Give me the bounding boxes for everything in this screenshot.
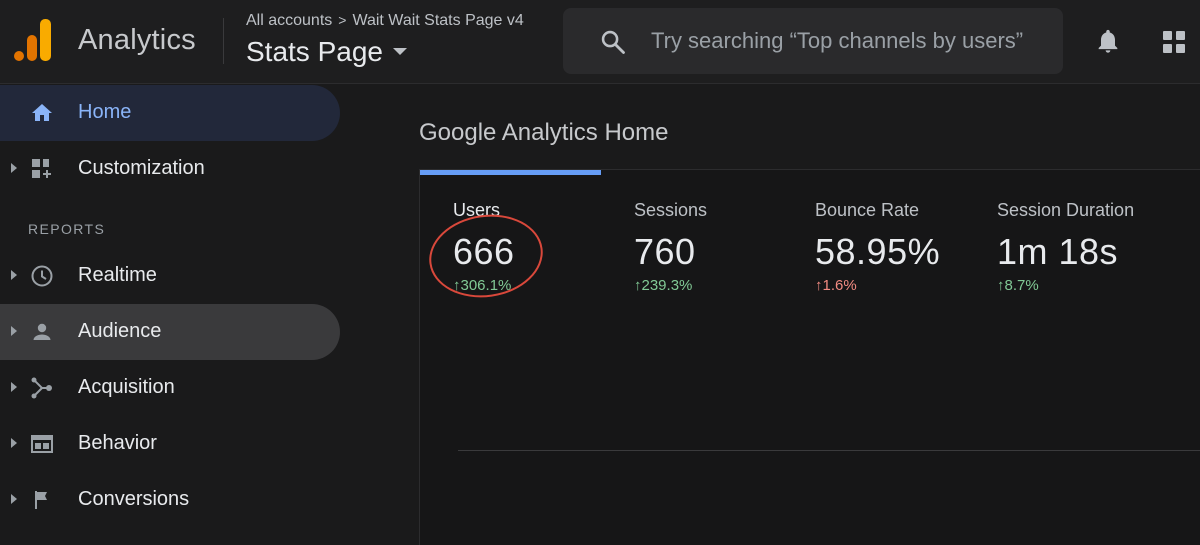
sidebar-item-label: Conversions [78, 488, 190, 510]
expand-arrow-icon[interactable] [11, 163, 17, 173]
sidebar-item-label: Customization [78, 157, 205, 179]
metric-label: Session Duration [997, 200, 1135, 220]
sidebar-nav: Home Customization REPORTS Realtime Audi… [0, 85, 340, 545]
metric-tab-bounce-rate[interactable]: Bounce Rate 58.95% ↑1.6% [815, 200, 940, 294]
sidebar-item-audience[interactable]: Audience [0, 304, 340, 360]
expand-arrow-icon[interactable] [11, 382, 17, 392]
reports-section-header: REPORTS [28, 221, 106, 237]
overview-card: Users 666 ↑306.1% Sessions 760 ↑239.3% B… [419, 169, 1200, 545]
breadcrumb-account[interactable]: All accounts [246, 12, 332, 29]
flag-icon [35, 491, 47, 509]
metric-value: 1m 18s [997, 231, 1119, 272]
view-title: Stats Page [246, 36, 383, 67]
clock-icon [31, 265, 53, 287]
breadcrumb-property[interactable]: Wait Wait Stats Page v4 [352, 12, 523, 29]
analytics-logo-icon[interactable] [14, 19, 54, 61]
notifications-bell-icon[interactable] [1094, 26, 1122, 56]
person-icon [33, 323, 51, 340]
acquisition-icon [31, 377, 52, 399]
metric-tab-session-duration[interactable]: Session Duration 1m 18s ↑8.7% [997, 200, 1134, 294]
metric-change: ↑8.7% [997, 277, 1039, 294]
apps-grid-icon[interactable] [1163, 31, 1185, 53]
metric-label: Bounce Rate [815, 200, 920, 220]
sidebar-item-home[interactable]: Home [0, 85, 340, 141]
breadcrumb-separator: > [338, 12, 347, 28]
app-name[interactable]: Analytics [78, 24, 196, 57]
search-bar[interactable] [563, 8, 1063, 74]
sidebar-item-behavior[interactable]: Behavior [0, 416, 340, 472]
expand-arrow-icon[interactable] [11, 270, 17, 280]
metric-change: ↑239.3% [634, 277, 693, 294]
sidebar-item-label: Acquisition [78, 376, 175, 398]
search-input[interactable] [651, 22, 1056, 60]
top-app-bar: Analytics All accounts > Wait Wait Stats P… [0, 0, 1200, 84]
sidebar-item-label: Audience [78, 320, 162, 342]
main-content: Google Analytics Home Users 666 ↑306.1% … [340, 85, 1200, 545]
home-icon [32, 104, 52, 121]
header-divider [223, 18, 224, 64]
sidebar-item-label: Realtime [78, 264, 157, 286]
annotation-circle [423, 207, 549, 305]
chart-gridline [458, 450, 1200, 451]
behavior-icon [31, 435, 53, 453]
sidebar-item-label: Behavior [78, 432, 157, 454]
expand-arrow-icon[interactable] [11, 326, 17, 336]
caret-down-icon [392, 48, 407, 56]
sidebar-item-label: Home [78, 101, 132, 123]
metric-change: ↑1.6% [815, 277, 857, 294]
metric-value: 58.95% [815, 231, 941, 272]
metric-tab-sessions[interactable]: Sessions 760 ↑239.3% [634, 200, 707, 294]
selected-metric-indicator [420, 170, 601, 175]
customization-icon [32, 159, 51, 178]
breadcrumb[interactable]: All accounts > Wait Wait Stats Page v4 [246, 12, 524, 30]
sidebar-item-realtime[interactable]: Realtime [0, 248, 340, 304]
view-selector[interactable]: Stats Page [246, 36, 407, 68]
expand-arrow-icon[interactable] [11, 494, 17, 504]
sidebar-item-conversions[interactable]: Conversions [0, 472, 340, 528]
expand-arrow-icon[interactable] [11, 438, 17, 448]
metric-value: 760 [634, 231, 696, 272]
metric-label: Sessions [634, 200, 708, 220]
search-icon [601, 30, 625, 54]
page-title: Google Analytics Home [419, 119, 669, 146]
sidebar-item-acquisition[interactable]: Acquisition [0, 360, 340, 416]
sidebar-item-customization[interactable]: Customization [0, 141, 340, 197]
